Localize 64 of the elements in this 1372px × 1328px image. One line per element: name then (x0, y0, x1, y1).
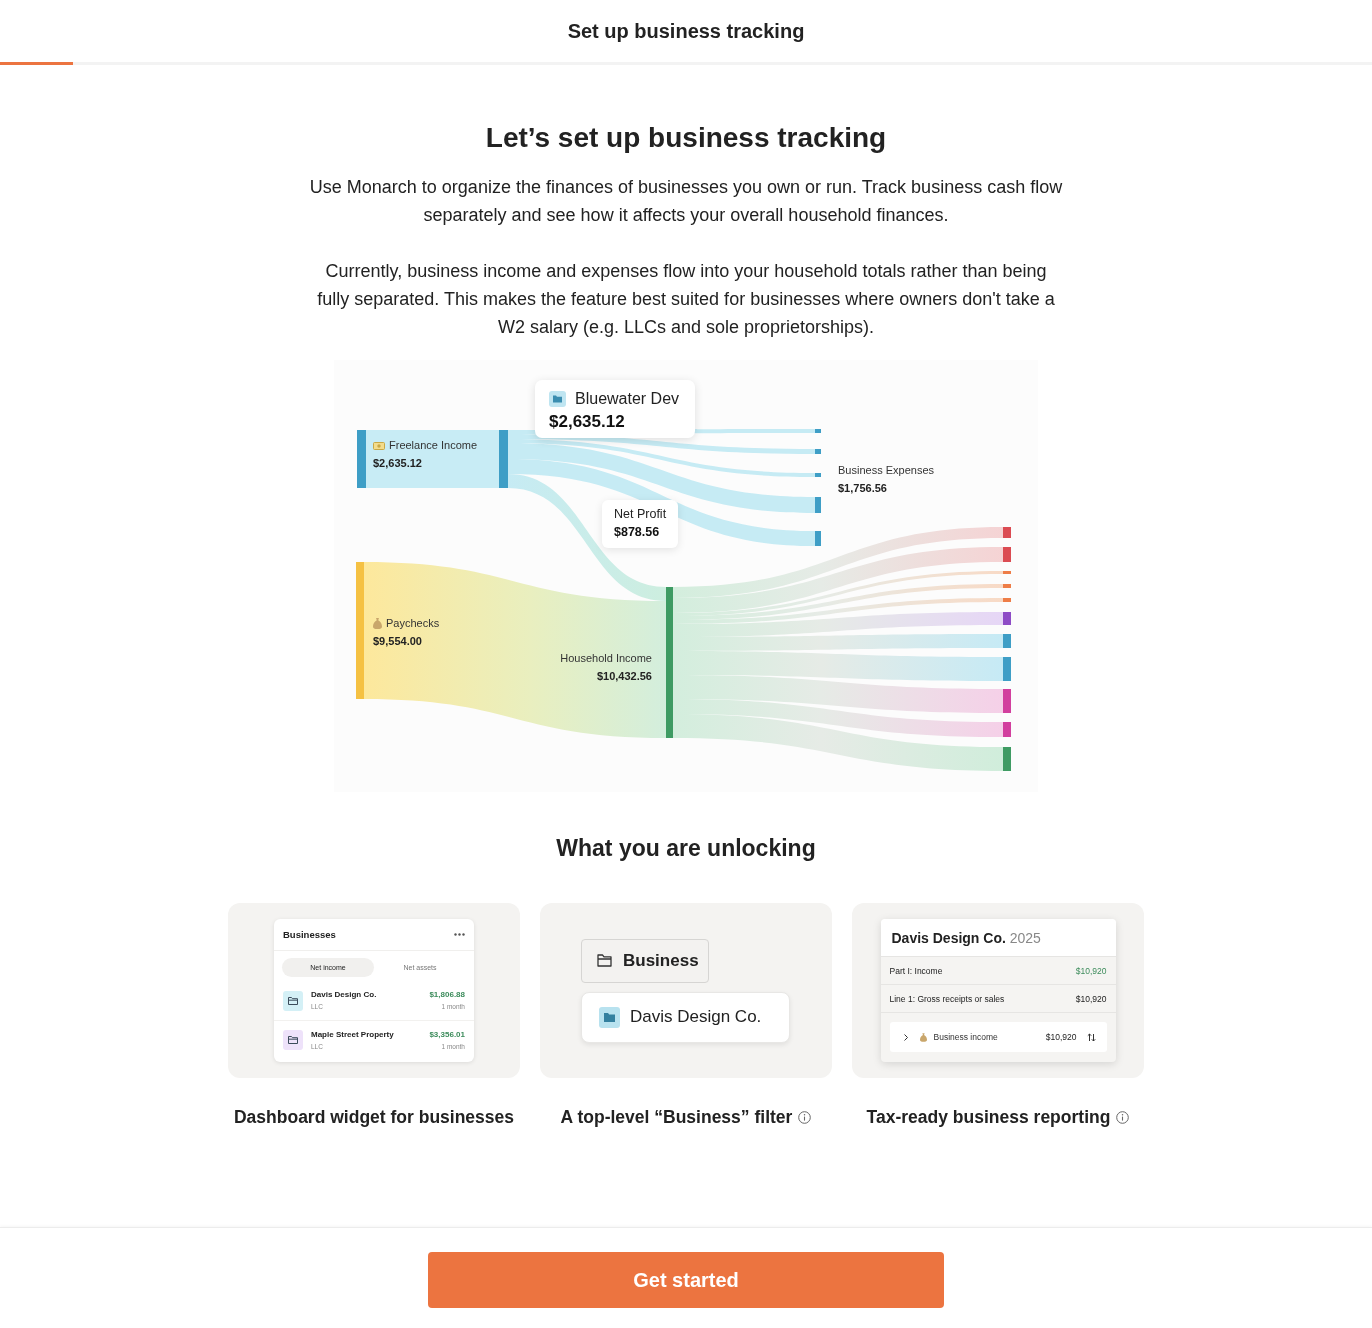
row-amount: $10,920 (1075, 993, 1107, 1004)
tooltip-amount: $2,635.12 (549, 412, 626, 432)
node-label: Business Expenses (838, 464, 934, 477)
section-heading: Let’s set up business tracking (485, 121, 887, 155)
feature-caption: Dashboard widget for businesses (233, 1106, 515, 1129)
feature-caption: A top-level “Business” filter (560, 1106, 793, 1129)
money-bag-icon (919, 1032, 927, 1042)
info-icon[interactable] (798, 1110, 812, 1124)
node-bar (1003, 584, 1011, 588)
node-bar (499, 430, 508, 488)
dropdown-option[interactable]: Davis Design Co. (581, 991, 790, 1043)
info-icon[interactable] (1116, 1110, 1130, 1124)
report-title: Davis Design Co. 2025 (891, 929, 1041, 946)
node-label: Paychecks (386, 617, 440, 630)
intro-paragraph: Use Monarch to organize the finances of businesses you own or run. Track business cash flow separately and see how it affects your overall household finances. (308, 176, 1064, 227)
widget-title: Businesses (283, 929, 336, 940)
node-label: Freelance Income (389, 439, 478, 452)
node-bar (1003, 747, 1011, 771)
node-bar (815, 449, 821, 454)
business-name: Davis Design Co. (311, 990, 378, 1000)
node-bar (1003, 722, 1011, 737)
node-amount: $10,432.56 (596, 670, 652, 683)
tooltip-title: Bluewater Dev (575, 389, 680, 408)
item-amount: $10,920 (1045, 1032, 1077, 1042)
node-amount: $878.56 (614, 525, 661, 540)
money-bag-icon (373, 618, 382, 629)
item-label: Business income (933, 1032, 999, 1042)
row-amount: $10,920 (1075, 965, 1107, 976)
node-bar (815, 531, 821, 546)
sort-icon[interactable] (1086, 1032, 1096, 1042)
chevron-icon[interactable] (903, 1033, 908, 1041)
feature-caption: Tax-ready business reporting (866, 1106, 1111, 1129)
node-bar (1003, 547, 1011, 562)
node-bar (1003, 598, 1011, 602)
page-title: Set up business tracking (566, 18, 806, 44)
row-label: Part I: Income (889, 965, 943, 976)
business-amount: $3,356.01 (429, 1029, 465, 1040)
intro-paragraph: Currently, business income and expenses flow into your household totals rather than being fully separated. This makes the feature best suited for businesses where owners don't take a W2 salary (e.g. LLCs and sole proprietorships). (316, 260, 1056, 339)
node-bar (815, 497, 821, 513)
node-bar (815, 429, 821, 433)
node-amount: $9,554.00 (373, 635, 423, 648)
folder-icon (599, 1006, 620, 1028)
section-heading: What you are unlocking (556, 834, 816, 862)
folder-icon (597, 954, 612, 967)
node-bar (1003, 527, 1011, 538)
business-amount: $1,806.88 (429, 990, 465, 1000)
node-label: Net Profit (614, 507, 667, 521)
node-bar (1003, 657, 1011, 681)
node-bar (1003, 634, 1011, 648)
banknote-icon (373, 441, 385, 450)
filter-chip[interactable]: Business (581, 938, 709, 983)
node-bar (1003, 571, 1011, 574)
node-bar (357, 430, 366, 488)
business-name: Maple Street Property (311, 1029, 395, 1040)
report-item-row[interactable]: Business income $10,920 (889, 1022, 1107, 1052)
folder-icon (549, 390, 566, 407)
node-bar (1003, 689, 1011, 713)
node-amount: $1,756.56 (838, 482, 888, 495)
node-bar (1003, 612, 1011, 625)
row-label: Line 1: Gross receipts or sales (889, 993, 1005, 1004)
more-icon[interactable] (454, 933, 465, 936)
node-bar (815, 473, 821, 477)
node-label: Household Income (560, 652, 652, 665)
node-amount: $2,635.12 (373, 457, 423, 470)
